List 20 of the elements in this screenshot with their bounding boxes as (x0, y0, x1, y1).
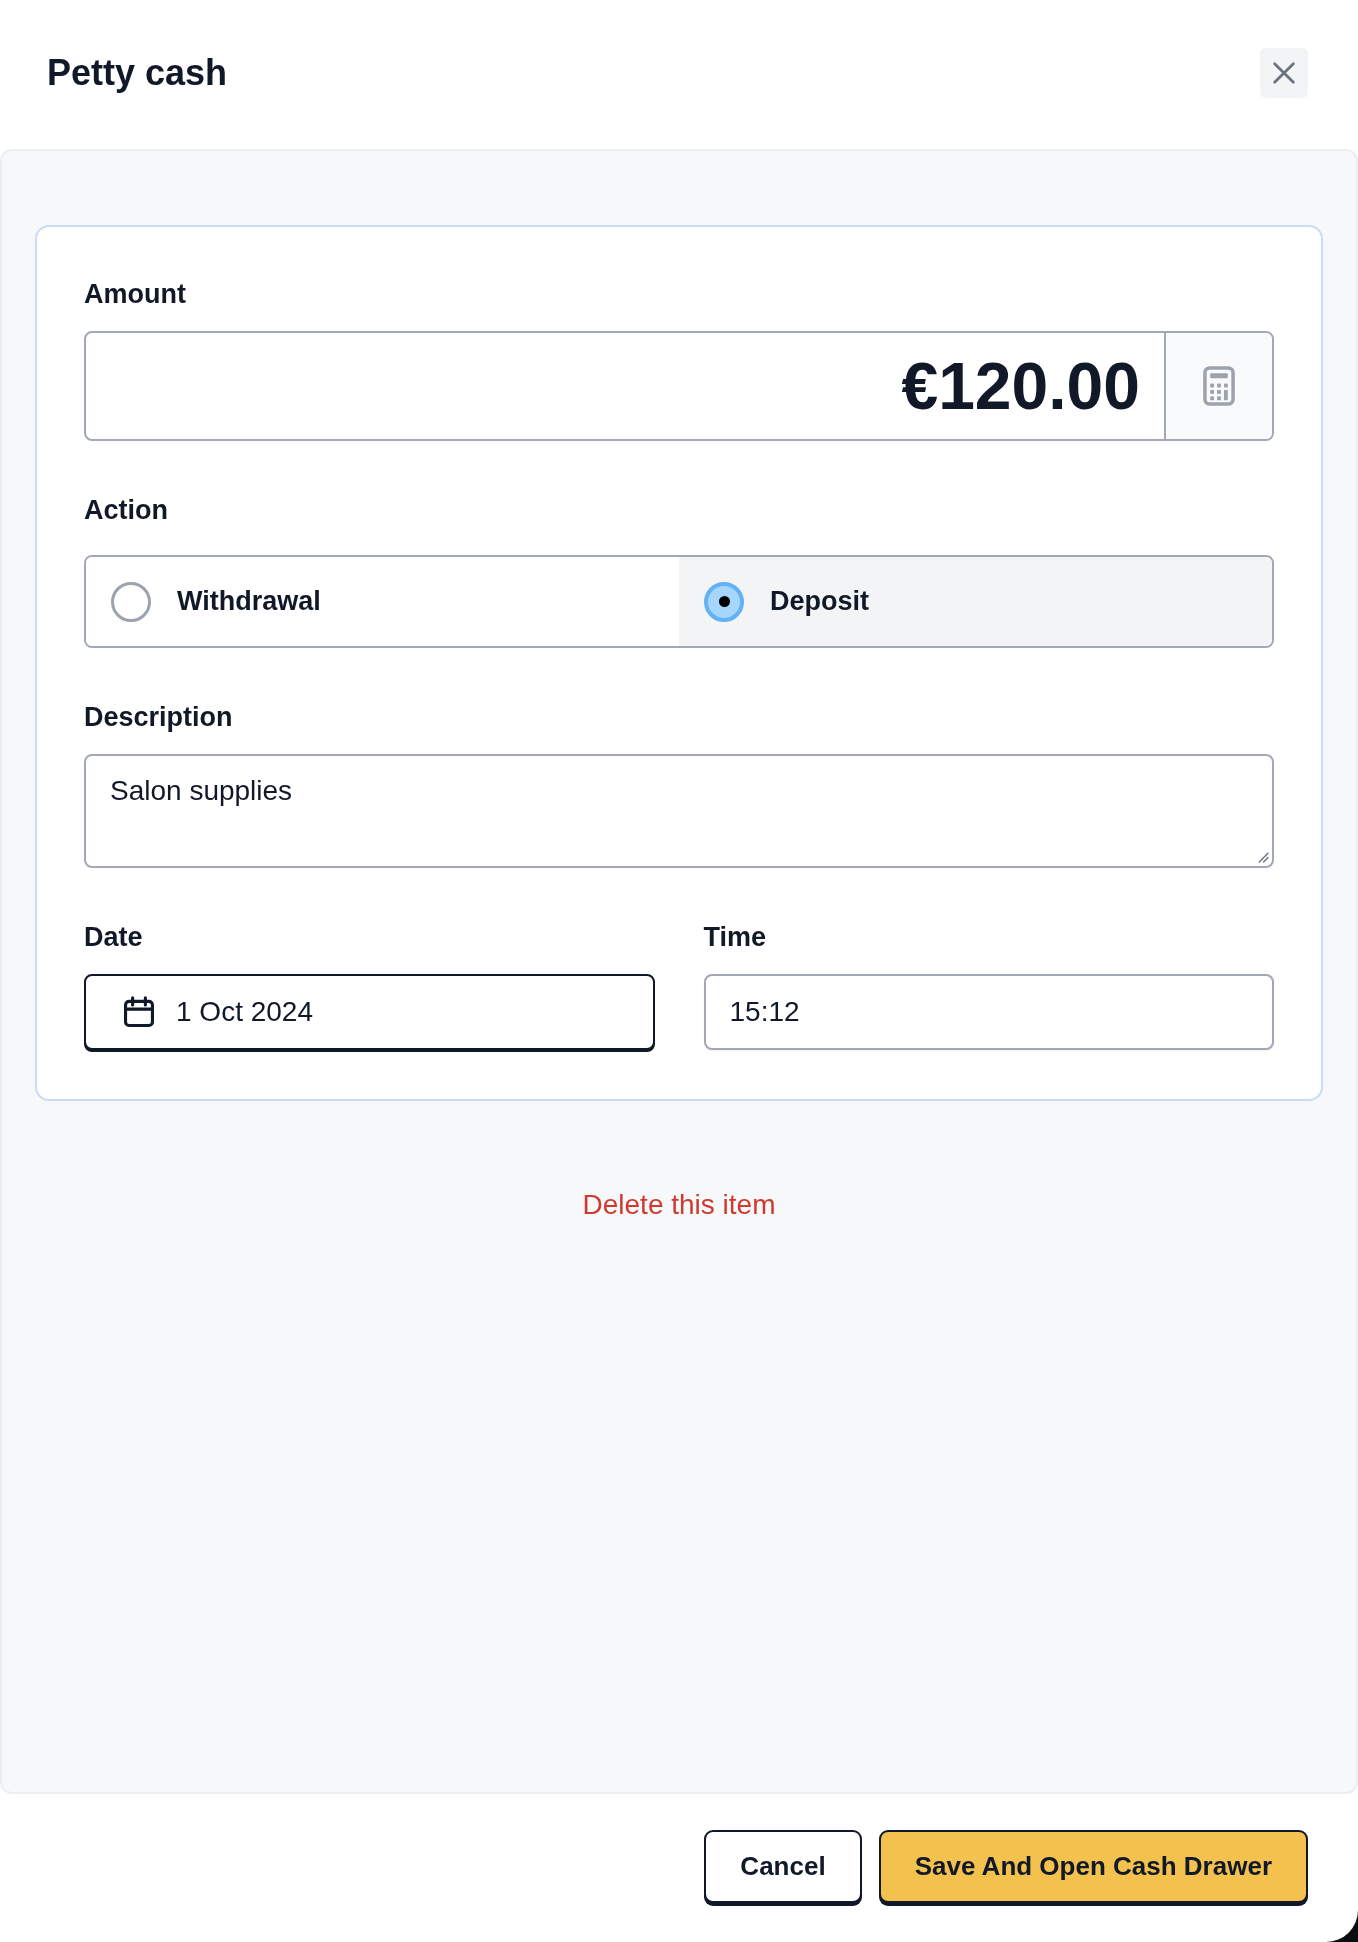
description-field[interactable]: Salon supplies (84, 754, 1274, 868)
save-button[interactable]: Save And Open Cash Drawer (878, 1830, 1308, 1903)
radio-button[interactable] (111, 581, 151, 622)
close-button[interactable] (1260, 47, 1308, 98)
time-field[interactable]: 15:12 (703, 974, 1274, 1050)
delete-link[interactable]: Delete this item (582, 1188, 776, 1222)
calendar-icon (122, 995, 156, 1029)
field-label: Description (84, 701, 234, 733)
field-label: Amount (84, 278, 187, 310)
date-field[interactable]: 1 Oct 2024 (84, 974, 655, 1050)
radio-button[interactable] (704, 581, 744, 622)
cancel-button[interactable]: Cancel (704, 1830, 862, 1903)
radio-option[interactable]: Deposit (679, 557, 1272, 646)
amount-field[interactable]: €120.00 (86, 333, 1164, 439)
dialog-title: Petty cash (47, 50, 228, 95)
resize-handle-icon (1256, 850, 1269, 863)
field-label: Action (84, 494, 169, 526)
field-label: Time (703, 921, 768, 953)
field-label: Date (84, 921, 144, 953)
calculator-icon (1203, 366, 1235, 406)
